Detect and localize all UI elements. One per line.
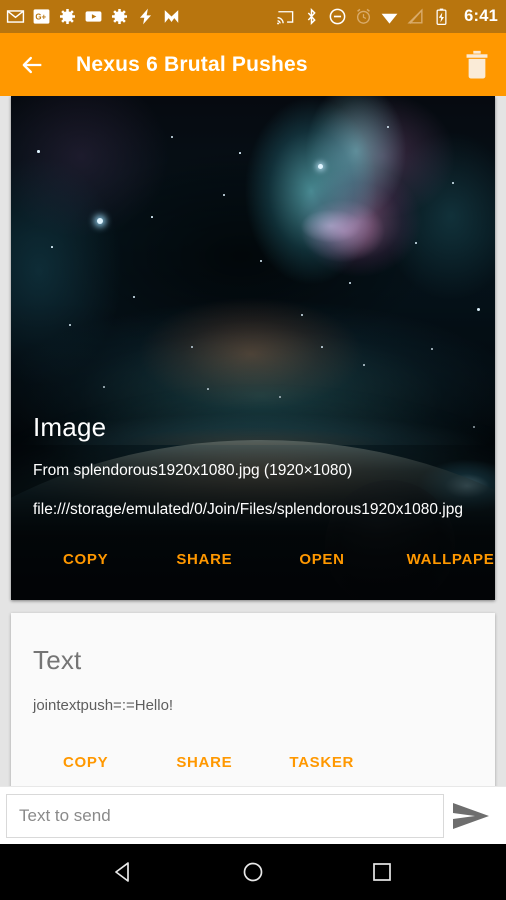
battery-charging-icon — [436, 8, 447, 26]
back-triangle-icon — [115, 862, 130, 882]
image-wallpaper-button[interactable]: WALLPAPER — [407, 543, 495, 576]
android-nav-bar — [0, 844, 506, 900]
star — [151, 216, 153, 218]
image-file-path: file:///storage/emulated/0/Join/Files/sp… — [33, 501, 463, 518]
cast-icon — [277, 11, 294, 25]
image-card-actions: COPY SHARE OPEN WALLPAPER — [33, 543, 495, 592]
image-open-button[interactable]: OPEN — [299, 543, 344, 576]
google-plus-icon: G+ — [33, 9, 50, 24]
image-card-body: Image From splendorous1920x1080.jpg (192… — [33, 412, 495, 600]
text-share-button[interactable]: SHARE — [176, 754, 232, 771]
image-card-title: Image — [33, 412, 107, 442]
text-copy-button[interactable]: COPY — [63, 754, 108, 771]
star — [171, 136, 173, 138]
star — [415, 242, 417, 244]
status-bar-left-icons: G+ — [6, 7, 276, 26]
text-card-actions: COPY SHARE TASKER — [33, 754, 473, 771]
push-list-scroll-area[interactable]: Image From splendorous1920x1080.jpg (192… — [0, 96, 506, 786]
star — [51, 246, 53, 248]
star — [349, 282, 351, 284]
text-push-card[interactable]: Text jointextpush=:=Hello! COPY SHARE TA… — [11, 613, 495, 786]
star — [452, 182, 454, 184]
home-circle-icon — [243, 862, 263, 882]
text-tasker-button[interactable]: TASKER — [289, 754, 354, 771]
youtube-icon — [85, 11, 102, 22]
compose-bar — [0, 786, 506, 844]
page-title: Nexus 6 Brutal Pushes — [76, 52, 308, 76]
text-card-title: Text — [33, 645, 82, 675]
alarm-clock-icon — [357, 8, 371, 24]
svg-text:G+: G+ — [35, 13, 46, 22]
gmail-icon — [6, 10, 25, 23]
text-to-send-input[interactable] — [6, 793, 444, 838]
wifi-icon — [381, 13, 398, 24]
text-card-content: jointextpush=:=Hello! — [33, 697, 174, 714]
status-bar: G+ 6:41 — [0, 0, 506, 33]
image-share-button[interactable]: SHARE — [176, 543, 232, 576]
nav-home-button[interactable] — [236, 855, 270, 889]
recents-square-icon — [372, 863, 391, 881]
settings-burst-icon-2 — [111, 8, 128, 25]
nav-recents-button[interactable] — [365, 855, 399, 889]
star — [260, 260, 262, 262]
lightning-bolt-icon — [139, 8, 152, 25]
star — [97, 218, 103, 224]
nav-back-button[interactable] — [107, 855, 141, 889]
status-bar-right-icons: 6:41 — [276, 7, 498, 26]
do-not-disturb-icon — [329, 8, 346, 25]
settings-burst-icon — [59, 8, 76, 25]
star — [133, 296, 135, 298]
image-copy-button[interactable]: COPY — [63, 543, 108, 576]
app-bar: Nexus 6 Brutal Pushes — [0, 33, 506, 96]
join-app-icon — [164, 10, 179, 23]
send-button[interactable] — [444, 794, 498, 838]
star — [387, 126, 389, 128]
send-icon — [453, 802, 489, 829]
bluetooth-icon — [307, 7, 316, 26]
text-card-body: Text jointextpush=:=Hello! COPY SHARE TA… — [11, 613, 495, 771]
image-source-line: From splendorous1920x1080.jpg (1920×1080… — [33, 462, 353, 479]
star — [223, 194, 225, 196]
star — [318, 164, 323, 169]
image-push-card[interactable]: Image From splendorous1920x1080.jpg (192… — [11, 96, 495, 600]
status-bar-clock: 6:41 — [464, 7, 498, 25]
star — [37, 150, 40, 153]
signal-off-icon — [407, 8, 423, 25]
back-arrow-icon[interactable] — [18, 51, 46, 79]
star — [239, 152, 241, 154]
delete-trash-icon[interactable] — [462, 49, 492, 81]
